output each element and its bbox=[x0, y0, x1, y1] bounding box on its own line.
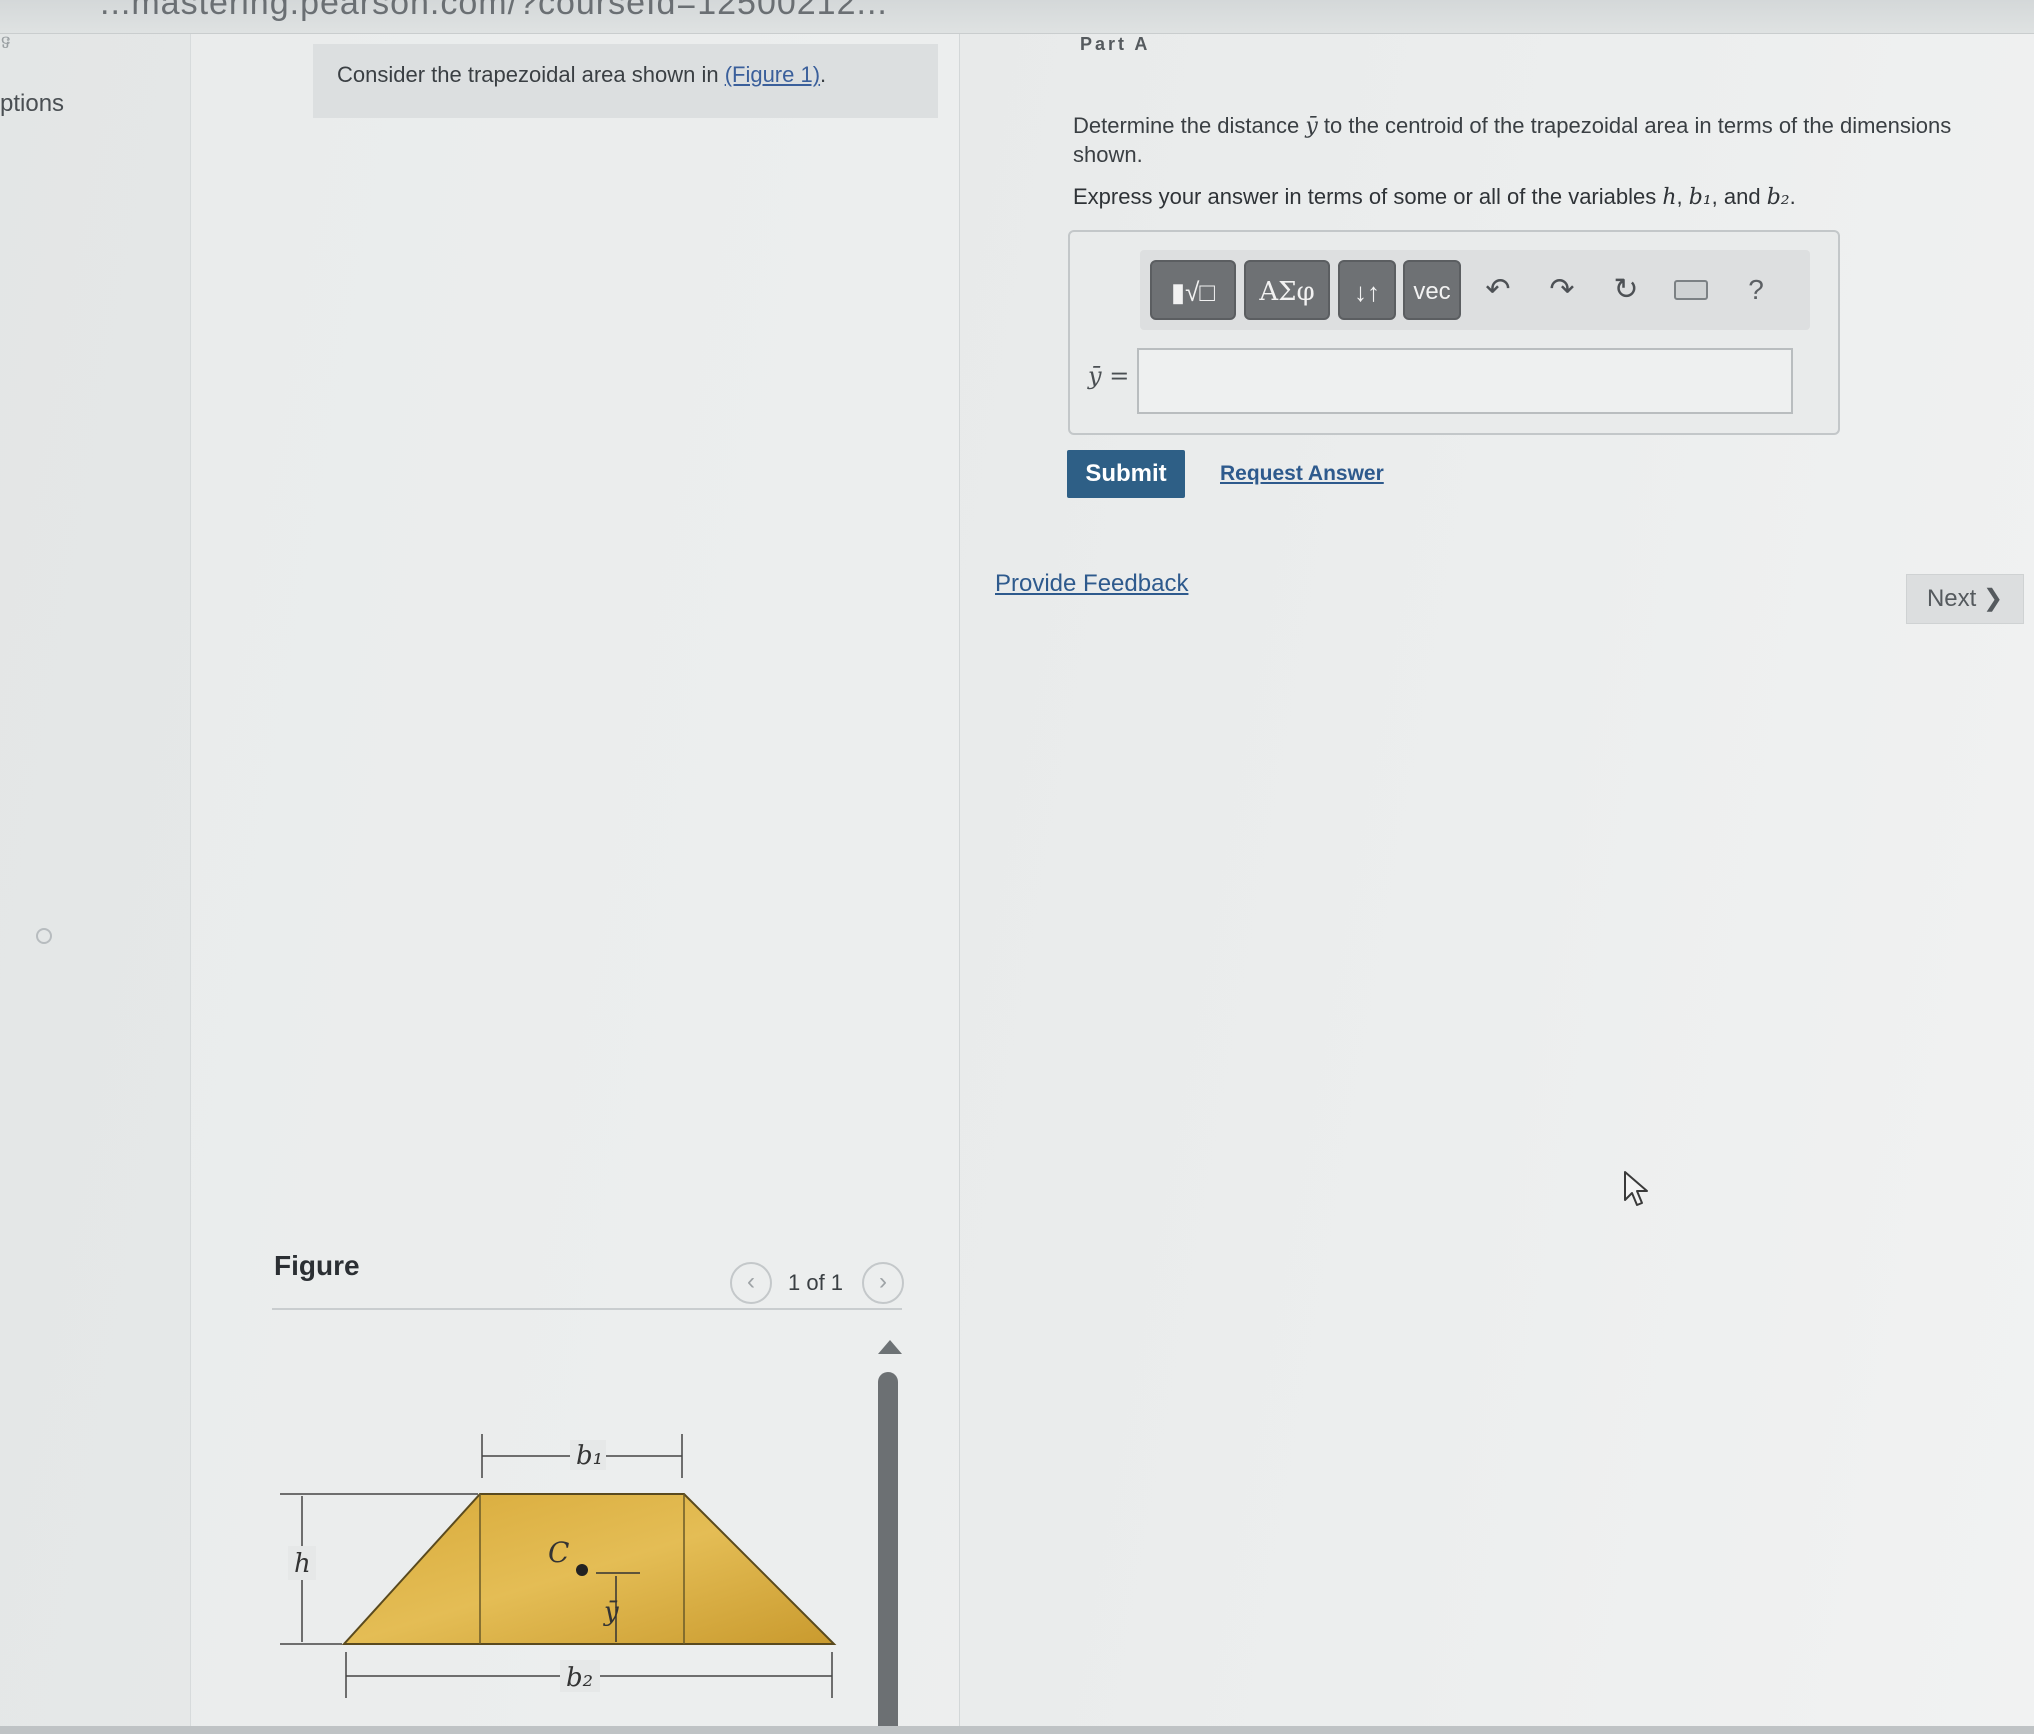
figure-prev-button[interactable]: ‹ bbox=[730, 1262, 772, 1304]
trapezoid-shape bbox=[341, 1493, 837, 1645]
redo-icon[interactable]: ↷ bbox=[1540, 266, 1584, 314]
figure-title: Figure bbox=[274, 1250, 360, 1281]
question-variable: ȳ bbox=[1305, 114, 1318, 139]
greek-symbols-button[interactable]: ΑΣφ bbox=[1244, 260, 1330, 320]
b2-label: b₂ bbox=[566, 1663, 593, 1693]
problem-statement: Consider the trapezoidal area shown in (… bbox=[337, 62, 826, 88]
question-text: Determine the distance ȳ to the centroid… bbox=[1073, 112, 1993, 169]
express-end: . bbox=[1789, 184, 1796, 209]
keyboard-shape bbox=[1674, 280, 1708, 300]
centroid-point bbox=[576, 1564, 588, 1576]
answer-input[interactable] bbox=[1137, 348, 1793, 414]
figure-next-button[interactable]: › bbox=[862, 1262, 904, 1304]
scroll-up-arrow-icon[interactable] bbox=[878, 1340, 902, 1354]
figure-link[interactable]: (Figure 1) bbox=[725, 62, 820, 87]
express-sep: , bbox=[1676, 184, 1689, 209]
express-and: , and bbox=[1711, 184, 1767, 209]
problem-period: . bbox=[820, 62, 827, 87]
express-instruction: Express your answer in terms of some or … bbox=[1073, 184, 1993, 210]
express-pre: Express your answer in terms of some or … bbox=[1073, 184, 1663, 209]
var-h: h bbox=[1662, 185, 1677, 210]
arrows-button[interactable]: ↓↑ bbox=[1338, 260, 1396, 320]
var-b1: b₁ bbox=[1688, 185, 1712, 210]
next-button[interactable]: Next ❯ bbox=[1906, 574, 2024, 624]
submit-button[interactable]: Submit bbox=[1067, 450, 1185, 498]
trapezoid-figure: b₁ h C ȳ b₂ bbox=[280, 1434, 837, 1698]
figure-page-count: 1 of 1 bbox=[788, 1270, 844, 1295]
centroid-label: C bbox=[548, 1536, 569, 1569]
question-pre: Determine the distance bbox=[1073, 113, 1306, 138]
figure-divider bbox=[272, 1308, 902, 1310]
b1-label: b₁ bbox=[576, 1441, 603, 1471]
ybar-label: ȳ bbox=[603, 1597, 619, 1627]
browser-url-fragment: ...mastering.pearson.com/?courseId=12500… bbox=[100, 0, 888, 22]
sidebar-dot-icon bbox=[36, 928, 52, 944]
undo-icon[interactable]: ↶ bbox=[1476, 266, 1520, 314]
answer-label: ȳ = bbox=[1088, 362, 1130, 390]
provide-feedback-link[interactable]: Provide Feedback bbox=[995, 570, 1188, 598]
mouse-cursor-icon bbox=[1624, 1171, 1648, 1206]
var-b2: b₂ bbox=[1766, 185, 1790, 210]
reset-icon[interactable]: ↻ bbox=[1604, 266, 1648, 314]
part-label: Part A bbox=[1080, 34, 1151, 54]
h-label: h bbox=[294, 1549, 311, 1579]
keyboard-icon[interactable] bbox=[1668, 266, 1712, 314]
vector-button[interactable]: vec bbox=[1403, 260, 1461, 320]
problem-intro-text: Consider the trapezoidal area shown in bbox=[337, 62, 725, 87]
bottom-edge bbox=[0, 1726, 2034, 1734]
sidebar-options-label[interactable]: ptions bbox=[0, 90, 64, 118]
templates-button[interactable]: ▮√□ bbox=[1150, 260, 1236, 320]
sidebar-tab-mark: ទ bbox=[0, 32, 12, 52]
help-icon[interactable]: ? bbox=[1734, 266, 1778, 314]
request-answer-link[interactable]: Request Answer bbox=[1220, 462, 1384, 486]
figure-scrollbar-thumb[interactable] bbox=[878, 1372, 898, 1734]
